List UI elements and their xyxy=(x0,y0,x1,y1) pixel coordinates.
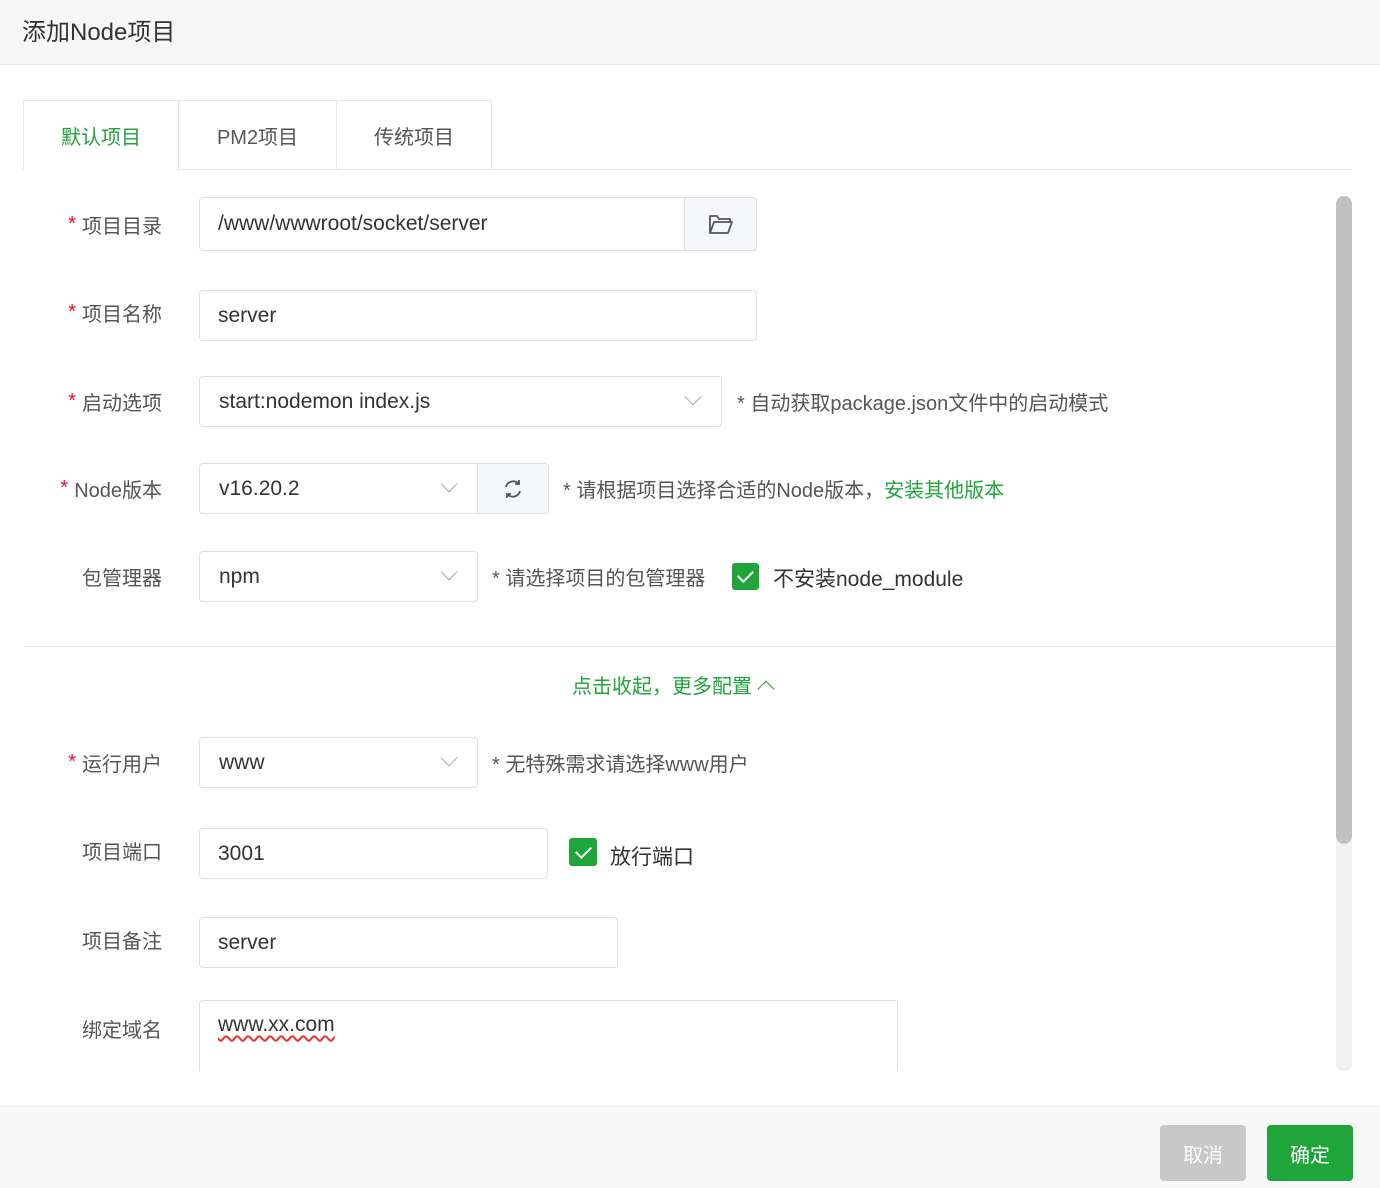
node-version-value: v16.20.2 xyxy=(219,476,300,500)
node-version-select[interactable]: v16.20.2 xyxy=(199,463,478,514)
run-user-label: * 运行用户 xyxy=(68,750,162,776)
start-option-select[interactable]: start:nodemon index.js xyxy=(199,376,722,427)
package-manager-select[interactable]: npm xyxy=(199,551,478,602)
package-manager-value: npm xyxy=(219,564,260,588)
project-dir-input[interactable]: /www/wwwroot/socket/server xyxy=(199,197,685,251)
project-name-label: * 项目名称 xyxy=(68,300,162,326)
package-manager-label: 包管理器 xyxy=(82,567,162,590)
start-option-hint: * 自动获取package.json文件中的启动模式 xyxy=(737,392,1109,415)
folder-icon xyxy=(708,215,733,234)
package-manager-hint: * 请选择项目的包管理器 xyxy=(492,567,706,590)
chevron-down-icon xyxy=(684,388,702,406)
remark-label: 项目备注 xyxy=(82,930,162,953)
dialog-header: 添加Node项目 xyxy=(0,0,1380,65)
tab-divider xyxy=(178,169,1352,170)
run-user-value: www xyxy=(219,750,265,774)
node-version-label: * Node版本 xyxy=(60,476,162,502)
scrollbar-thumb[interactable] xyxy=(1336,196,1352,844)
no-install-node-modules-checkbox[interactable] xyxy=(732,563,759,590)
install-other-version-link[interactable]: 安装其他版本 xyxy=(884,474,1004,503)
port-label: 项目端口 xyxy=(82,841,162,864)
refresh-versions-button[interactable] xyxy=(477,463,549,514)
tab-traditional[interactable]: 传统项目 xyxy=(336,100,492,170)
chevron-down-icon xyxy=(440,563,458,581)
project-dir-label: * 项目目录 xyxy=(68,212,162,238)
chevron-down-icon xyxy=(440,475,458,493)
chevron-up-icon xyxy=(757,680,775,698)
confirm-button[interactable]: 确定 xyxy=(1267,1125,1353,1181)
chevron-down-icon xyxy=(440,749,458,767)
run-user-select[interactable]: www xyxy=(199,737,478,788)
scroll-mask xyxy=(0,1071,1336,1106)
open-port-checkbox[interactable] xyxy=(569,838,597,866)
domain-value: www.xx.com xyxy=(218,1013,335,1036)
browse-folder-button[interactable] xyxy=(684,197,757,251)
refresh-icon xyxy=(505,479,521,498)
open-port-label[interactable]: 放行端口 xyxy=(610,841,694,871)
port-input[interactable]: 3001 xyxy=(199,828,548,879)
node-version-hint: * 请根据项目选择合适的Node版本， 安装其他版本 xyxy=(563,463,1004,513)
no-install-node-modules-label[interactable]: 不安装node_module xyxy=(773,563,963,593)
collapse-more-config-link[interactable]: 点击收起，更多配置 xyxy=(572,670,775,699)
tab-default[interactable]: 默认项目 xyxy=(23,100,179,170)
remark-input[interactable]: server xyxy=(199,917,618,968)
project-name-input[interactable]: server xyxy=(199,290,757,341)
tab-pm2[interactable]: PM2项目 xyxy=(178,100,337,170)
domain-label: 绑定域名 xyxy=(82,1019,162,1042)
dialog-title: 添加Node项目 xyxy=(22,19,176,46)
run-user-hint: * 无特殊需求请选择www用户 xyxy=(492,753,749,776)
start-option-label: * 启动选项 xyxy=(68,389,162,415)
cancel-button[interactable]: 取消 xyxy=(1160,1125,1246,1181)
section-divider xyxy=(23,646,1336,647)
start-option-value: start:nodemon index.js xyxy=(219,389,431,413)
